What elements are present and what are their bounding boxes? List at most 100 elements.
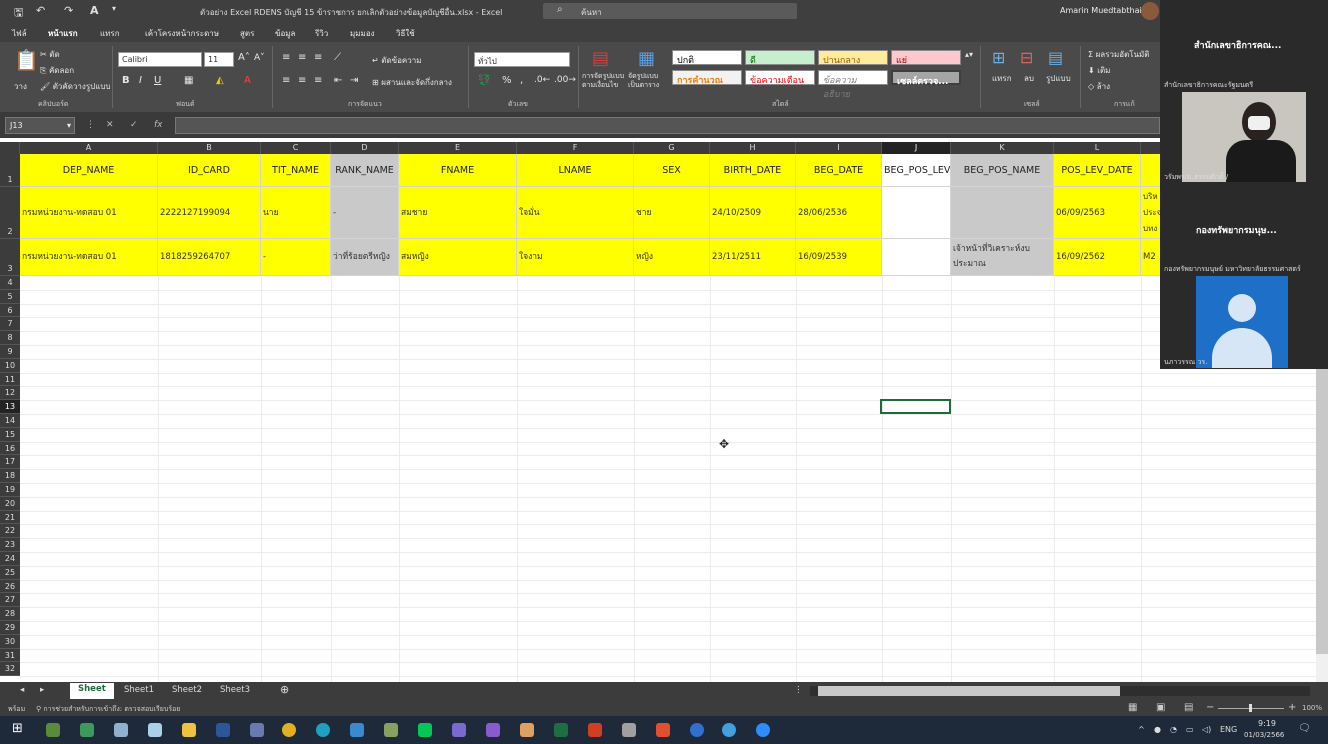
column-header[interactable]: D (331, 142, 399, 154)
row-header[interactable]: 21 (0, 511, 20, 525)
teamviewer-icon[interactable] (690, 723, 704, 737)
tab-view[interactable]: มุมมอง (350, 27, 375, 40)
app-icon[interactable] (722, 723, 736, 737)
cut-button[interactable]: ✂ ตัด (40, 48, 60, 61)
row-header[interactable]: 13 (0, 400, 20, 414)
data-cell[interactable]: กรมหน่วยงาน-ทดสอบ 01 (20, 239, 158, 276)
wrap-text-button[interactable]: ↵ ตัดข้อความ (372, 54, 422, 67)
style-explanatory[interactable]: ข้อความอธิบาย (818, 70, 888, 100)
row-header[interactable]: 4 (0, 276, 20, 290)
column-header[interactable]: E (399, 142, 517, 154)
header-cell[interactable]: FNAME (399, 154, 517, 187)
data-cell[interactable]: เจ้าหน้าที่วิเคราะห์งบประมาณ (951, 239, 1054, 276)
data-cell[interactable] (951, 187, 1054, 239)
horizontal-scroll-thumb[interactable] (818, 686, 1120, 696)
column-header[interactable]: L (1054, 142, 1141, 154)
save-icon[interactable]: 🖫 (14, 4, 23, 23)
tray-chevron-icon[interactable]: ^ (1138, 725, 1145, 734)
notification-icon[interactable]: 🗨 (1298, 723, 1311, 734)
select-all-corner[interactable] (0, 142, 20, 154)
enter-icon[interactable]: ✓ (130, 120, 138, 130)
zoom-out-icon[interactable]: − (1206, 702, 1214, 713)
increase-indent-icon[interactable]: ⇥ (350, 75, 358, 86)
italic-icon[interactable]: I (139, 75, 142, 86)
insert-cells-icon[interactable]: ⊞ (992, 48, 1005, 67)
format-cells-icon[interactable]: ▤ (1048, 48, 1063, 67)
fill-button[interactable]: ⬇ เติม (1088, 64, 1110, 77)
customize-qat-icon[interactable]: ▾ (112, 4, 116, 13)
style-calculation[interactable]: การคำนวณ (672, 70, 742, 86)
style-warning[interactable]: ข้อความเตือน (745, 70, 815, 86)
decrease-font-icon[interactable]: A˅ (254, 53, 265, 63)
header-cell[interactable]: POS_LEV_DATE (1054, 154, 1141, 187)
user-name[interactable]: Amarin Muedtabthai (1060, 6, 1142, 15)
header-cell[interactable]: TIT_NAME (261, 154, 331, 187)
column-header[interactable]: F (517, 142, 634, 154)
row-header[interactable]: 11 (0, 373, 20, 387)
format-painter-button[interactable]: 🖌 ตัวคัดวางรูปแบบ (40, 80, 111, 93)
row-header[interactable]: 2 (0, 187, 20, 239)
header-cell-overflow[interactable] (1141, 154, 1160, 187)
data-cell[interactable]: นาย (261, 187, 331, 239)
style-bad[interactable]: แย่ (891, 50, 961, 66)
sheet-tab[interactable]: Sheet3 (220, 685, 250, 695)
cancel-icon[interactable]: ✕ (106, 120, 114, 130)
paste-button[interactable]: วาง (14, 80, 27, 93)
font-name-dropdown[interactable]: Calibri (118, 52, 202, 67)
app-icon[interactable] (520, 723, 534, 737)
app-icon[interactable] (588, 723, 602, 737)
tab-insert[interactable]: แทรก (100, 27, 120, 40)
decrease-indent-icon[interactable]: ⇤ (334, 75, 342, 86)
tab-data[interactable]: ข้อมูล (275, 27, 295, 40)
data-cell[interactable]: 28/06/2536 (796, 187, 882, 239)
data-cell[interactable]: ใจมั่น (517, 187, 634, 239)
row-header[interactable]: 10 (0, 359, 20, 373)
font-color-quick-icon[interactable]: A (90, 4, 99, 17)
zoom-slider-thumb[interactable] (1249, 704, 1252, 712)
header-cell[interactable]: BEG_POS_NAME (951, 154, 1054, 187)
row-header[interactable]: 25 (0, 566, 20, 580)
data-cell[interactable]: 06/09/2563 (1054, 187, 1141, 239)
align-top-icon[interactable]: ≡ (282, 52, 290, 63)
language-indicator[interactable]: ENG (1220, 725, 1237, 734)
row-header[interactable]: 28 (0, 607, 20, 621)
active-cell-selection[interactable] (880, 399, 951, 414)
zoom-icon[interactable] (756, 723, 770, 737)
style-neutral[interactable]: ปานกลาง (818, 50, 888, 66)
row-header[interactable]: 18 (0, 469, 20, 483)
row-header[interactable]: 6 (0, 304, 20, 318)
data-cell-overflow[interactable]: M2 (1141, 239, 1160, 276)
row-header[interactable]: 9 (0, 345, 20, 359)
row-header[interactable]: 1 (0, 154, 20, 187)
delete-cells-icon[interactable]: ⊟ (1020, 48, 1033, 67)
increase-font-icon[interactable]: A˄ (238, 52, 250, 63)
zoom-in-icon[interactable]: + (1288, 702, 1296, 713)
header-cell[interactable]: BIRTH_DATE (710, 154, 796, 187)
row-header[interactable]: 19 (0, 483, 20, 497)
tab-formulas[interactable]: สูตร (240, 27, 254, 40)
row-header[interactable]: 5 (0, 290, 20, 304)
align-center-icon[interactable]: ≡ (298, 75, 306, 86)
conditional-formatting-button[interactable]: การจัดรูปแบบตามเงื่อนไข (582, 72, 626, 90)
column-header[interactable]: K (951, 142, 1054, 154)
column-header[interactable]: G (634, 142, 710, 154)
align-middle-icon[interactable]: ≡ (298, 52, 306, 63)
header-cell[interactable]: SEX (634, 154, 710, 187)
app-icon[interactable] (384, 723, 398, 737)
row-header[interactable]: 12 (0, 386, 20, 401)
avatar[interactable] (1141, 2, 1159, 20)
app-icon[interactable] (350, 723, 364, 737)
data-cell[interactable]: 16/09/2539 (796, 239, 882, 276)
orientation-icon[interactable]: ⟋ (334, 52, 341, 63)
autosum-button[interactable]: Σ ผลรวมอัตโนมัติ (1088, 48, 1150, 61)
increase-decimal-icon[interactable]: .0← (534, 75, 550, 85)
insert-function-icon[interactable]: fx (154, 120, 163, 130)
header-cell[interactable]: LNAME (517, 154, 634, 187)
tray-icon[interactable]: ● (1154, 725, 1161, 734)
header-cell[interactable]: BEG_POS_LEV (882, 154, 951, 187)
align-bottom-icon[interactable]: ≡ (314, 52, 322, 63)
tab-page-layout[interactable]: เค้าโครงหน้ากระดาษ (145, 27, 219, 40)
participant-avatar[interactable] (1196, 276, 1288, 368)
bold-icon[interactable]: B (122, 75, 130, 86)
header-cell[interactable]: DEP_NAME (20, 154, 158, 187)
